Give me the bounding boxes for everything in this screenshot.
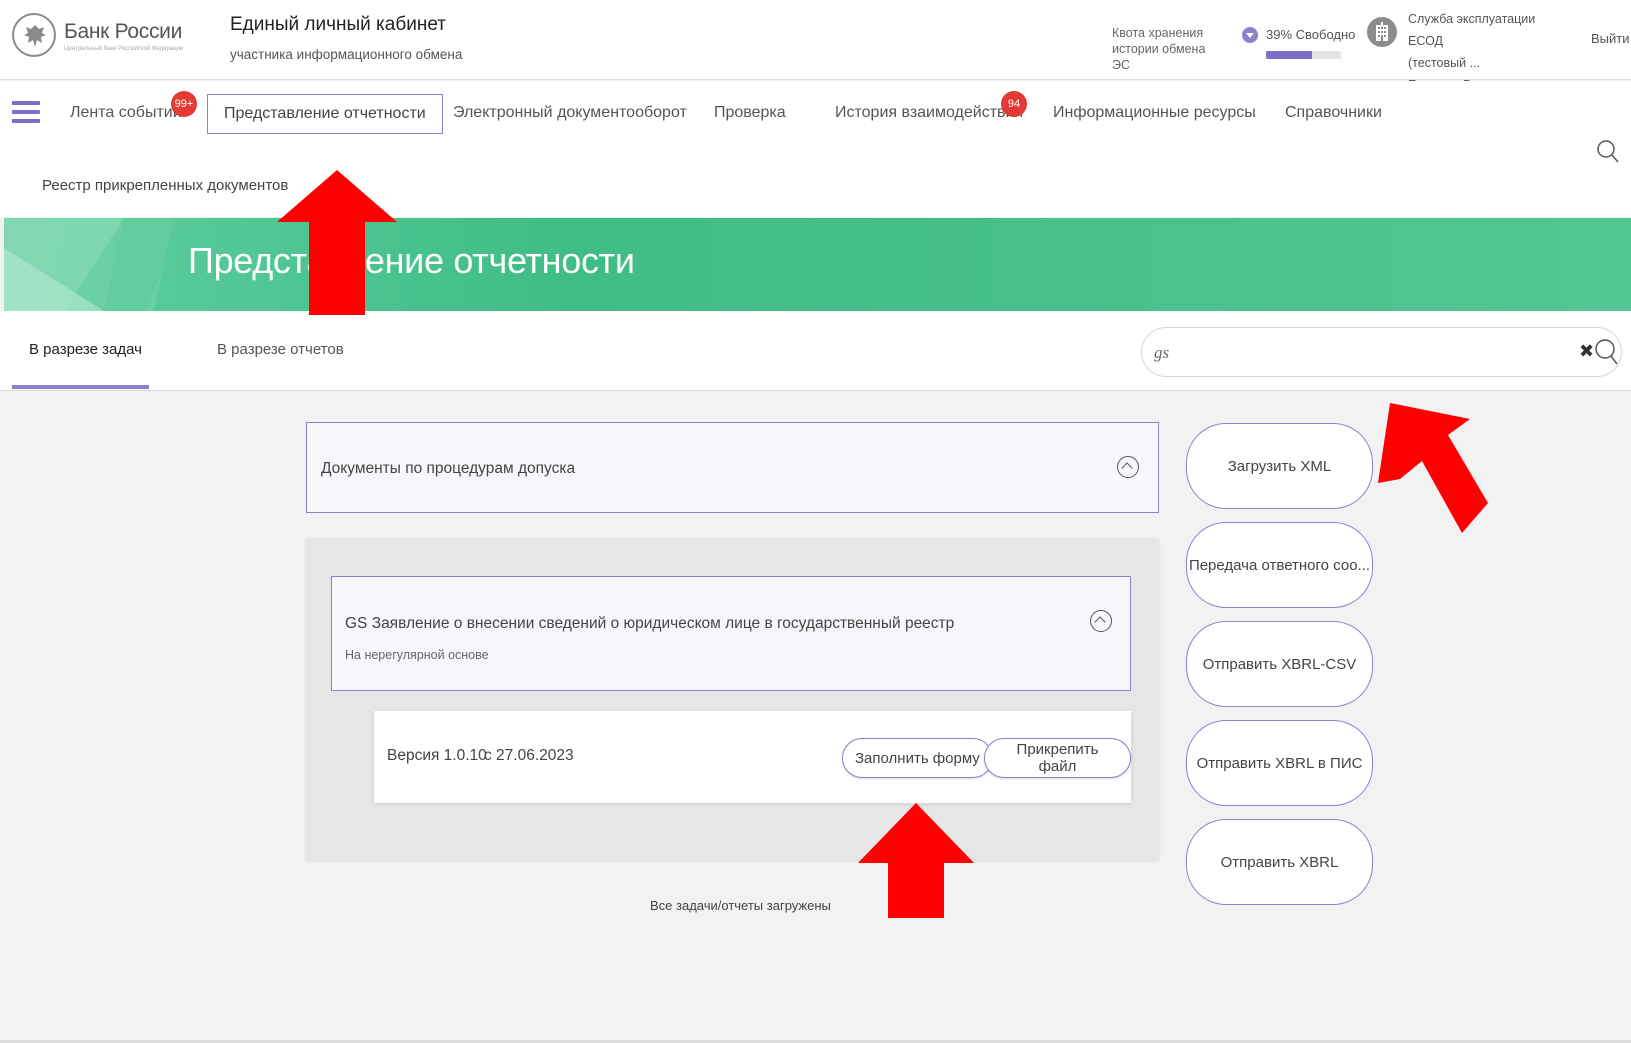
page-banner: Представление отчетности: [4, 218, 1631, 311]
fill-form-button[interactable]: Заполнить форму: [842, 738, 993, 778]
send-xbrl-csv-button[interactable]: Отправить XBRL-CSV: [1186, 621, 1373, 707]
send-response-message-button[interactable]: Передача ответного соо...: [1186, 522, 1373, 608]
events-badge: 99+: [171, 91, 197, 117]
category-title: Документы по процедурам допуска: [321, 460, 576, 477]
quota-progress-bar: [1266, 51, 1341, 59]
nav-item-edo[interactable]: Электронный документооборот: [453, 104, 687, 122]
send-xbrl-pis-button[interactable]: Отправить XBRL в ПИС: [1186, 720, 1373, 806]
version-row: Версия 1.0.10 с 27.06.2023 Заполнить фор…: [374, 711, 1131, 803]
top-header: Банк России Центральный банк Российской …: [0, 0, 1631, 92]
bank-logo-title[interactable]: Банк России: [64, 20, 182, 44]
view-tabs: В разрезе задач В разрезе отчетов ✖: [0, 311, 1631, 391]
red-arrow-diagonal-icon: [1378, 403, 1488, 533]
category-card-admission-docs[interactable]: Документы по процедурам допуска: [306, 422, 1159, 513]
tab-by-reports[interactable]: В разрезе отчетов: [217, 341, 344, 358]
quota-dropdown-icon[interactable]: [1242, 27, 1258, 43]
tab-by-tasks[interactable]: В разрезе задач: [29, 341, 142, 358]
upload-xml-button[interactable]: Загрузить XML: [1186, 423, 1373, 509]
logout-link[interactable]: Выйти: [1591, 31, 1630, 46]
nav-item-info-resources[interactable]: Информационные ресурсы: [1053, 104, 1256, 122]
task-group: GS Заявление о внесении сведений о юриди…: [306, 538, 1159, 860]
hamburger-menu-icon[interactable]: [12, 101, 40, 123]
task-card-gs[interactable]: GS Заявление о внесении сведений о юриди…: [331, 576, 1131, 691]
bank-emblem-icon[interactable]: [12, 13, 56, 57]
active-tab-indicator: [12, 385, 149, 389]
task-frequency: На нерегулярной основе: [345, 648, 489, 662]
app-title: Единый личный кабинет: [230, 14, 446, 35]
all-loaded-status: Все задачи/отчеты загружены: [650, 898, 831, 913]
history-badge: 94: [1001, 91, 1027, 117]
search-icon[interactable]: [1595, 338, 1619, 371]
app-subtitle: участника информационного обмена: [230, 47, 463, 62]
clear-search-icon[interactable]: ✖: [1579, 341, 1594, 362]
search-input[interactable]: [1154, 340, 1534, 366]
nav-item-directories[interactable]: Справочники: [1285, 104, 1382, 122]
collapse-chevron-icon[interactable]: [1090, 610, 1112, 632]
org-name: Служба эксплуатации ЕСОД: [1408, 12, 1536, 48]
org-type: (тестовый ...: [1408, 56, 1480, 70]
red-arrow-up-icon: [277, 170, 397, 315]
version-number: Версия 1.0.10: [387, 747, 487, 764]
attach-file-button[interactable]: Прикрепить файл: [984, 738, 1131, 778]
organization-building-icon[interactable]: [1367, 17, 1397, 47]
search-field[interactable]: ✖: [1141, 327, 1622, 377]
bank-logo-subtitle: Центральный банк Российской Федерации: [64, 46, 184, 52]
quota-label: Квота хранения истории обмена ЭС: [1112, 26, 1206, 72]
nav-search-icon[interactable]: [1596, 139, 1620, 170]
nav-item-events-feed[interactable]: Лента событий: [70, 104, 182, 122]
main-navigation: Лента событий 99+ Представление отчетнос…: [0, 81, 1631, 217]
quota-free-text: 39% Свободно: [1266, 27, 1356, 42]
quota-progress-fill: [1266, 51, 1312, 59]
version-date: с 27.06.2023: [484, 747, 574, 764]
send-xbrl-button[interactable]: Отправить XBRL: [1186, 819, 1373, 905]
subnav-attached-docs-registry[interactable]: Реестр прикрепленных документов: [42, 177, 288, 194]
collapse-chevron-icon[interactable]: [1117, 456, 1139, 478]
nav-item-reporting[interactable]: Представление отчетности: [207, 94, 443, 134]
task-title: GS Заявление о внесении сведений о юриди…: [345, 615, 955, 632]
red-arrow-up-icon: [858, 803, 974, 918]
nav-item-history[interactable]: История взаимодействия: [835, 104, 1023, 122]
page-title: Представление отчетности: [188, 240, 635, 281]
nav-item-check[interactable]: Проверка: [714, 104, 786, 122]
